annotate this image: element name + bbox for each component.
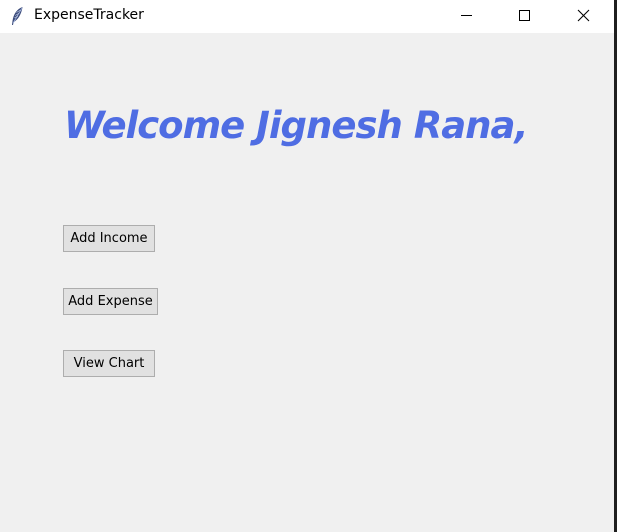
close-icon	[577, 9, 590, 22]
add-income-button[interactable]: Add Income	[63, 225, 155, 252]
close-button[interactable]	[561, 0, 607, 33]
feather-icon	[10, 6, 24, 26]
maximize-icon	[519, 10, 530, 21]
view-chart-button[interactable]: View Chart	[63, 350, 155, 377]
window-title: ExpenseTracker	[34, 7, 144, 23]
maximize-button[interactable]	[502, 0, 548, 33]
title-bar[interactable]: ExpenseTracker	[0, 0, 614, 33]
app-window: ExpenseTracker Welcome Jignesh Rana, Add…	[0, 0, 614, 532]
minimize-button[interactable]	[443, 0, 489, 33]
welcome-heading: Welcome Jignesh Rana,	[64, 104, 529, 147]
minimize-icon	[461, 15, 472, 16]
add-expense-button[interactable]: Add Expense	[63, 288, 158, 315]
